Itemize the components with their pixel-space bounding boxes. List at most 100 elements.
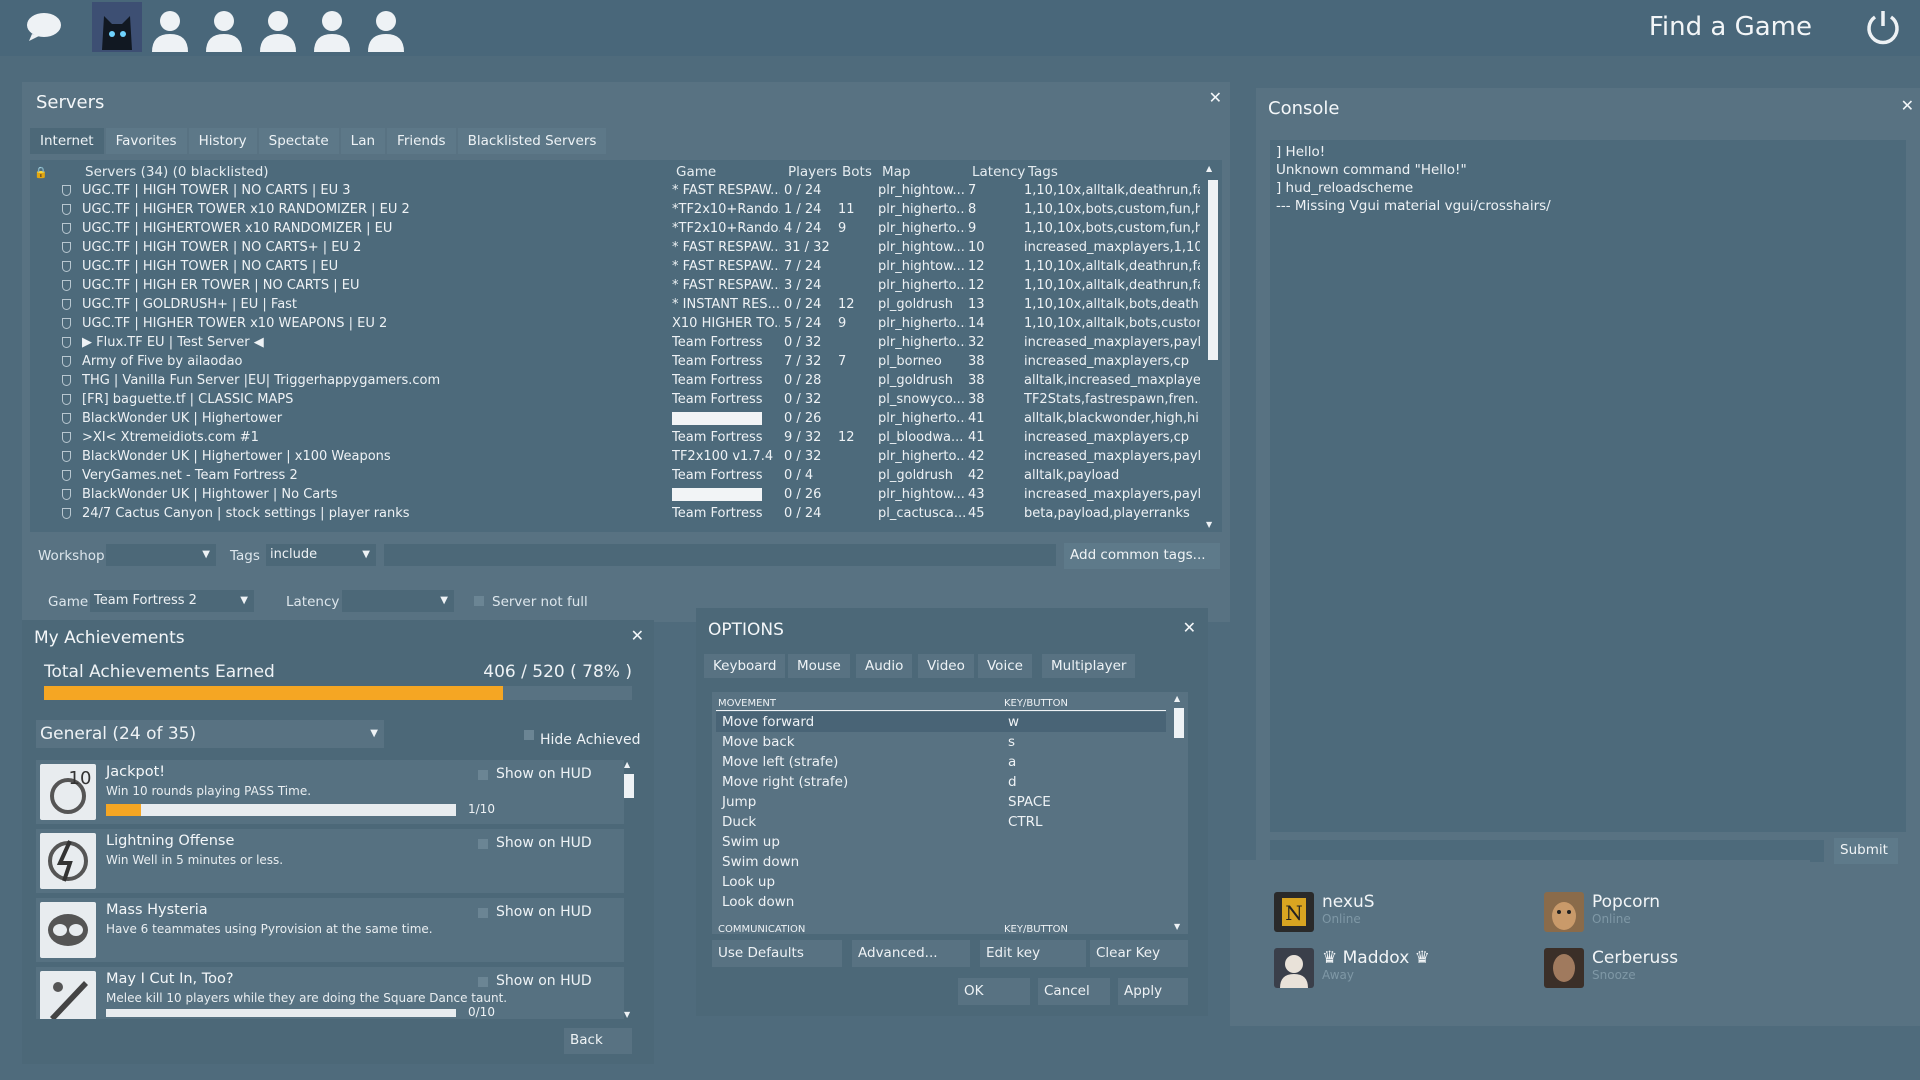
server-not-full-checkbox[interactable] xyxy=(474,596,484,606)
party-slot-1-icon[interactable] xyxy=(150,8,190,52)
server-row[interactable]: UGC.TF | HIGH ER TOWER | NO CARTS | EU * … xyxy=(38,277,1218,296)
scroll-down-icon[interactable]: ▼ xyxy=(1206,520,1212,529)
col-tags[interactable]: Tags xyxy=(1028,164,1058,180)
friend-avatar[interactable]: N xyxy=(1274,892,1314,932)
server-row[interactable]: >XI< Xtremeidiots.com #1 Team Fortress 9 /… xyxy=(38,429,1218,448)
server-row[interactable]: [FR] baguette.tf | CLASSIC MAPS Team Fort… xyxy=(38,391,1218,410)
apply-button[interactable]: Apply xyxy=(1118,978,1188,1005)
server-row[interactable]: 24/7 Cactus Canyon | stock settings | pl… xyxy=(38,505,1218,524)
category-dropdown[interactable]: General (24 of 35) ▼ xyxy=(36,720,384,748)
advanced-button[interactable]: Advanced... xyxy=(852,940,970,967)
console-submit-button[interactable]: Submit xyxy=(1834,838,1898,864)
server-row[interactable]: Army of Five by ailaodao Team Fortress 7 /… xyxy=(38,353,1218,372)
cancel-button[interactable]: Cancel xyxy=(1038,978,1110,1005)
col-map[interactable]: Map xyxy=(882,164,911,180)
achievement-item[interactable]: May I Cut In, Too? Melee kill 10 players… xyxy=(36,967,624,1019)
chat-icon[interactable] xyxy=(26,12,62,42)
col-players[interactable]: Players xyxy=(788,164,837,180)
servers-close-icon[interactable]: ✕ xyxy=(1209,88,1222,107)
server-row[interactable]: ▶ Flux.TF EU | Test Server ◀ Team Fortres… xyxy=(38,334,1218,353)
col-game[interactable]: Game xyxy=(676,164,716,180)
server-row[interactable]: BlackWonder UK | Hightower | No Carts 0 /… xyxy=(38,486,1218,505)
server-row[interactable]: BlackWonder UK | Highertower 0 / 26 plr_hi… xyxy=(38,410,1218,429)
binding-row[interactable]: Move back s xyxy=(716,732,1166,752)
achievement-item[interactable]: Lightning Offense Win Well in 5 minutes … xyxy=(36,829,624,893)
binding-row[interactable]: Move left (strafe) a xyxy=(716,752,1166,772)
scroll-down-icon[interactable]: ▼ xyxy=(1174,922,1180,931)
scroll-down-icon[interactable]: ▼ xyxy=(624,1010,630,1019)
tags-dropdown[interactable]: include ▼ xyxy=(266,544,376,566)
scroll-thumb[interactable] xyxy=(1174,708,1184,738)
party-slot-5-icon[interactable] xyxy=(366,8,406,52)
friend-name[interactable]: Cerberuss xyxy=(1592,948,1678,968)
show-on-hud-toggle[interactable]: Show on HUD xyxy=(478,904,592,920)
tab-video[interactable]: Video xyxy=(918,654,974,678)
binding-row[interactable]: Look up xyxy=(716,872,1166,892)
game-dropdown[interactable]: Team Fortress 2 ▼ xyxy=(90,590,254,612)
tab-friends[interactable]: Friends xyxy=(387,128,456,154)
binding-row[interactable]: Move forward w xyxy=(716,712,1166,732)
player-avatar[interactable] xyxy=(92,2,142,52)
edit-key-button[interactable]: Edit key xyxy=(980,940,1086,967)
tab-multiplayer[interactable]: Multiplayer xyxy=(1042,654,1136,678)
show-on-hud-toggle[interactable]: Show on HUD xyxy=(478,973,592,989)
console-close-icon[interactable]: ✕ xyxy=(1901,96,1914,115)
tab-history[interactable]: History xyxy=(188,128,257,154)
binding-row[interactable]: Jump SPACE xyxy=(716,792,1166,812)
use-defaults-button[interactable]: Use Defaults xyxy=(712,940,842,967)
tab-keyboard[interactable]: Keyboard xyxy=(704,654,786,678)
achievement-item[interactable]: 10 Jackpot! Win 10 rounds playing PASS T… xyxy=(36,760,624,824)
party-slot-2-icon[interactable] xyxy=(204,8,244,52)
achievements-close-icon[interactable]: ✕ xyxy=(631,626,644,645)
console-output[interactable]: ] Hello! Unknown command "Hello!" ] hud_… xyxy=(1270,140,1906,832)
scroll-up-icon[interactable]: ▲ xyxy=(1174,694,1180,703)
ok-button[interactable]: OK xyxy=(958,978,1030,1005)
friend-name[interactable]: nexuS xyxy=(1322,892,1375,912)
show-on-hud-toggle[interactable]: Show on HUD xyxy=(478,835,592,851)
friend-avatar[interactable] xyxy=(1544,892,1584,932)
server-row[interactable]: THG | Vanilla Fun Server |EU| Triggerhap… xyxy=(38,372,1218,391)
col-servers[interactable]: Servers (34) (0 blacklisted) xyxy=(85,164,269,180)
server-row[interactable]: UGC.TF | HIGH TOWER | NO CARTS | EU 3 * F… xyxy=(38,182,1218,201)
friend-avatar[interactable] xyxy=(1274,948,1314,988)
binding-row[interactable]: Swim down xyxy=(716,852,1166,872)
binding-row[interactable]: Move right (strafe) d xyxy=(716,772,1166,792)
server-row[interactable]: UGC.TF | HIGHER TOWER x10 WEAPONS | EU 2… xyxy=(38,315,1218,334)
server-list-scrollbar[interactable]: ▲ ▼ xyxy=(1206,164,1218,532)
server-row[interactable]: BlackWonder UK | Highertower | x100 Weap… xyxy=(38,448,1218,467)
show-on-hud-checkbox[interactable] xyxy=(478,908,488,918)
show-on-hud-toggle[interactable]: Show on HUD xyxy=(478,766,592,782)
tab-lan[interactable]: Lan xyxy=(340,128,386,154)
latency-dropdown[interactable]: ▼ xyxy=(342,590,454,612)
binding-row[interactable]: Look down xyxy=(716,892,1166,912)
back-button[interactable]: Back xyxy=(564,1028,632,1054)
server-row[interactable]: UGC.TF | HIGH TOWER | NO CARTS | EU * FAS… xyxy=(38,258,1218,277)
server-row[interactable]: UGC.TF | GOLDRUSH+ | EU | Fast * INSTANT … xyxy=(38,296,1218,315)
tab-audio[interactable]: Audio xyxy=(856,654,913,678)
server-row[interactable]: UGC.TF | HIGH TOWER | NO CARTS+ | EU 2 * … xyxy=(38,239,1218,258)
find-game-button[interactable]: Find a Game xyxy=(1649,12,1812,42)
tags-input[interactable] xyxy=(384,544,1056,566)
friend-name[interactable]: ♛ Maddox ♛ xyxy=(1322,948,1430,968)
binding-row[interactable]: Swim up xyxy=(716,832,1166,852)
tab-mouse[interactable]: Mouse xyxy=(788,654,850,678)
achievement-item[interactable]: Mass Hysteria Have 6 teammates using Pyr… xyxy=(36,898,624,962)
friend-avatar[interactable] xyxy=(1544,948,1584,988)
scroll-thumb[interactable] xyxy=(1208,180,1218,360)
add-common-tags-button[interactable]: Add common tags... xyxy=(1064,543,1220,569)
server-row[interactable]: UGC.TF | HIGHERTOWER x10 RANDOMIZER | EU… xyxy=(38,220,1218,239)
achievements-scrollbar[interactable]: ▲ ▼ xyxy=(622,760,636,1020)
col-bots[interactable]: Bots xyxy=(842,164,872,180)
scroll-up-icon[interactable]: ▲ xyxy=(624,760,630,769)
scroll-up-icon[interactable]: ▲ xyxy=(1206,164,1212,173)
tab-blacklisted-servers[interactable]: Blacklisted Servers xyxy=(457,128,607,154)
console-input[interactable] xyxy=(1270,840,1824,862)
server-row[interactable]: UGC.TF | HIGHER TOWER x10 RANDOMIZER | E… xyxy=(38,201,1218,220)
tab-spectate[interactable]: Spectate xyxy=(258,128,339,154)
show-on-hud-checkbox[interactable] xyxy=(478,770,488,780)
party-slot-3-icon[interactable] xyxy=(258,8,298,52)
server-row[interactable]: VeryGames.net - Team Fortress 2 Team Fort… xyxy=(38,467,1218,486)
col-latency[interactable]: Latency xyxy=(972,164,1025,180)
tab-voice[interactable]: Voice xyxy=(978,654,1032,678)
scroll-thumb[interactable] xyxy=(624,774,634,798)
